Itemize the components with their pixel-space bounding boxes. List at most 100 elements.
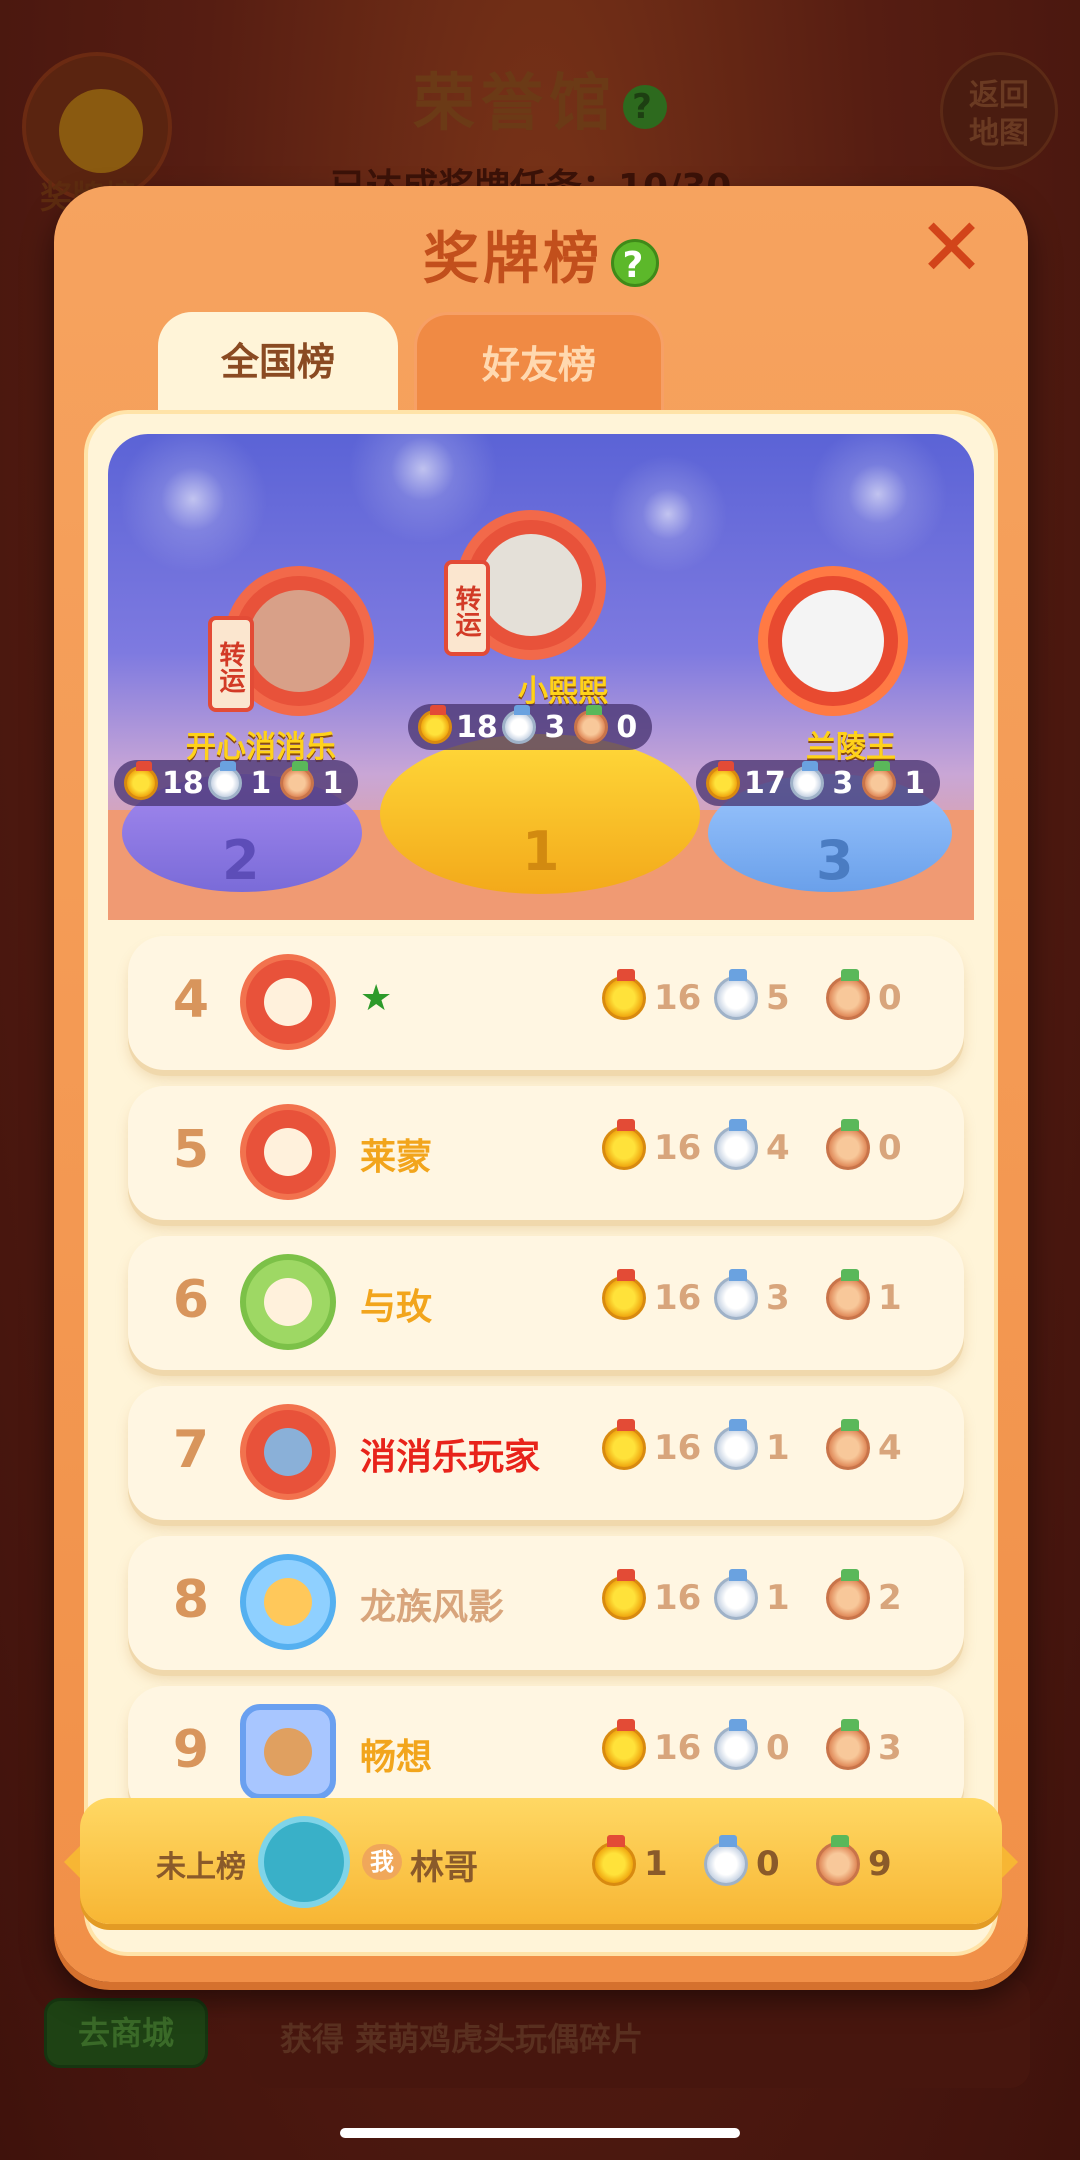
gold-medal-icon	[602, 1119, 646, 1170]
silver-medal-icon	[704, 1835, 748, 1886]
hall-title: 荣誉馆?	[0, 52, 1080, 142]
silver-count: 4	[766, 1128, 790, 1168]
gold-count: 18	[456, 709, 498, 745]
pedestal-rank-1: 1	[522, 820, 560, 883]
rank-number: 7	[172, 1420, 210, 1480]
player-avatar[interactable]	[240, 954, 336, 1050]
my-avatar[interactable]	[258, 1816, 350, 1908]
ranking-row[interactable]: 8 龙族风影 16 1 2	[128, 1536, 964, 1670]
gold-count: 16	[654, 978, 702, 1018]
gold-medal-icon	[602, 969, 646, 1020]
bronze-count: 1	[878, 1278, 902, 1318]
bronze-count: 0	[616, 709, 638, 745]
hall-help-icon[interactable]: ?	[623, 84, 667, 129]
silver-count: 1	[766, 1428, 790, 1468]
silver-count: 3	[544, 709, 566, 745]
bronze-medal-icon	[826, 1569, 870, 1620]
bronze-medal-icon	[826, 969, 870, 1020]
reward-tip: 获得 莱萌鸡虎头玩偶碎片	[250, 1978, 1030, 2088]
silver-count: 1	[766, 1578, 790, 1618]
firework-decoration	[348, 434, 498, 544]
gold-count: 16	[654, 1278, 702, 1318]
bronze-count: 3	[878, 1728, 902, 1768]
silver-count: 0	[766, 1728, 790, 1768]
rank-number: 6	[172, 1270, 210, 1330]
lucky-badge-rank-2: 转运	[208, 616, 254, 712]
bronze-count: 2	[878, 1578, 902, 1618]
firework-decoration	[608, 454, 728, 574]
gold-medal-icon	[124, 761, 158, 800]
gold-medal-icon	[602, 1419, 646, 1470]
ranking-row[interactable]: 7 消消乐玩家 16 1 4	[128, 1386, 964, 1520]
tab-national[interactable]: 全国榜	[158, 312, 398, 422]
bronze-medal-icon	[816, 1835, 860, 1886]
silver-medal-icon	[789, 761, 824, 800]
bronze-medal-icon	[861, 761, 896, 800]
ranking-row[interactable]: 6 与玫 16 3 1	[128, 1236, 964, 1370]
medal-counts: 16 0 3	[602, 1719, 938, 1770]
player-name: ★	[360, 978, 393, 1019]
bronze-medal-icon	[826, 1269, 870, 1320]
gold-count: 17	[744, 765, 786, 801]
gold-count: 16	[654, 1428, 702, 1468]
gold-medal-icon	[602, 1719, 646, 1770]
rank-number: 5	[172, 1120, 210, 1180]
gold-medal-icon	[706, 761, 740, 800]
silver-medal-icon	[714, 969, 758, 1020]
player-name: 消消乐玩家	[360, 1437, 541, 1478]
avatar-rank-3[interactable]	[758, 566, 908, 716]
player-name: 莱蒙	[360, 1137, 433, 1178]
medal-counts: 16 4 0	[602, 1119, 938, 1170]
gold-medal-icon	[602, 1569, 646, 1620]
gold-medal-icon	[602, 1269, 646, 1320]
bronze-count: 1	[904, 765, 926, 801]
shop-button[interactable]: 去商城	[44, 1998, 208, 2068]
help-icon[interactable]: ?	[611, 238, 659, 287]
player-avatar[interactable]	[240, 1704, 336, 1800]
close-icon[interactable]: ✕	[918, 208, 985, 288]
silver-count: 1	[250, 765, 272, 801]
gold-medal-icon	[418, 705, 452, 744]
ranking-row[interactable]: 5 莱蒙 16 4 0	[128, 1086, 964, 1220]
medal-counts: 16 3 1	[602, 1269, 938, 1320]
bronze-count: 0	[878, 978, 902, 1018]
player-name: 龙族风影	[360, 1587, 505, 1628]
pedestal-rank-3: 3	[816, 829, 854, 892]
gold-count: 1	[644, 1844, 668, 1884]
silver-medal-icon	[207, 761, 242, 800]
tab-friends[interactable]: 好友榜	[414, 312, 664, 422]
gold-count: 18	[162, 765, 204, 801]
gold-count: 16	[654, 1578, 702, 1618]
dialog-title: 奖牌榜?	[54, 214, 1028, 295]
my-rank-bar[interactable]: 未上榜 我 林哥 1 0 9	[64, 1798, 1018, 1924]
player-avatar[interactable]	[240, 1404, 336, 1500]
silver-count: 3	[766, 1278, 790, 1318]
medal-counts: 16 1 4	[602, 1419, 938, 1470]
gold-medal-icon	[592, 1835, 636, 1886]
medals-rank-1: 18 3 0	[408, 704, 652, 750]
silver-medal-icon	[501, 705, 536, 744]
bronze-medal-icon	[826, 1119, 870, 1170]
player-avatar[interactable]	[240, 1104, 336, 1200]
silver-medal-icon	[714, 1569, 758, 1620]
medal-counts: 16 1 2	[602, 1569, 938, 1620]
silver-medal-icon	[714, 1719, 758, 1770]
me-tag: 我	[362, 1844, 402, 1880]
bronze-medal-icon	[573, 705, 608, 744]
medal-counts: 16 5 0	[602, 969, 938, 1020]
my-name: 林哥	[410, 1848, 478, 1888]
rank-number: 4	[172, 970, 210, 1030]
bronze-medal-icon	[826, 1419, 870, 1470]
silver-medal-icon	[714, 1269, 758, 1320]
reward-tip-text: 获得 莱萌鸡虎头玩偶碎片	[280, 2020, 644, 2058]
firework-decoration	[118, 434, 268, 574]
home-indicator[interactable]	[340, 2128, 740, 2138]
back-to-map-button[interactable]: 返回 地图	[940, 52, 1058, 170]
lucky-badge-rank-1: 转运	[444, 560, 490, 656]
silver-count: 3	[832, 765, 854, 801]
leaderboard-panel: 2 1 3 转运 转运 小熙熙 开心消消乐 兰陵王 18 3 0 18 1 1 …	[84, 410, 998, 1956]
player-avatar[interactable]	[240, 1254, 336, 1350]
bronze-medal-icon	[279, 761, 314, 800]
ranking-row[interactable]: 4 ★ 16 5 0	[128, 936, 964, 1070]
player-avatar[interactable]	[240, 1554, 336, 1650]
